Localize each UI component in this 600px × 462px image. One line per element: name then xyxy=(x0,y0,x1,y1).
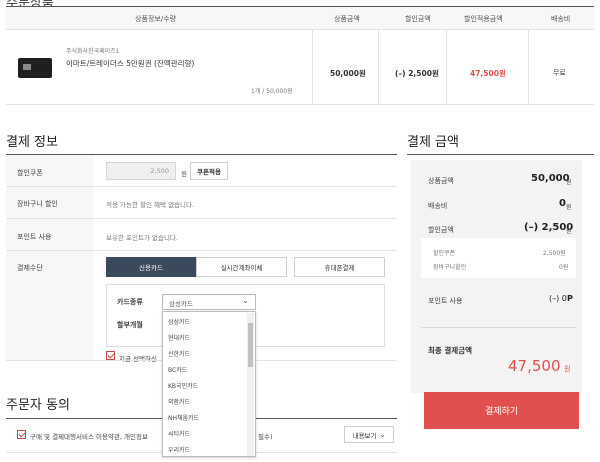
chevron-down-icon: ⌄ xyxy=(242,296,249,305)
summary-title: 결제 금액 xyxy=(407,135,459,150)
coupon-unit: 원 xyxy=(181,170,187,178)
agreement-text: 구매 및 결제대행서비스 이용약관, 개인정보 xyxy=(30,433,148,441)
pay-button[interactable]: 결제하기 xyxy=(424,392,579,429)
card-option[interactable]: 외환카드 xyxy=(168,397,190,406)
cart-discount-text: 적용 가능한 할인 혜택 없습니다. xyxy=(106,201,195,209)
agreement-title: 주문자 동의 xyxy=(6,398,70,413)
summary-points-label: 포인트 사용 xyxy=(428,297,463,305)
header-price: 상품금액 xyxy=(334,15,360,23)
payment-info-title: 결제 정보 xyxy=(6,135,58,150)
summary-cart-sub-label: 장바구니할인 xyxy=(433,264,467,271)
summary-product-unit: 원 xyxy=(566,179,572,186)
method-mobile-button[interactable]: 휴대폰결제 xyxy=(294,257,385,277)
summary-points-value: (–) 0 xyxy=(549,294,567,303)
summary-cart-sub-value: 0원 xyxy=(559,264,569,271)
card-option[interactable]: 신한카드 xyxy=(168,349,190,358)
summary-divider xyxy=(421,327,576,328)
summary-product-label: 상품금액 xyxy=(428,177,454,185)
card-type-dropdown[interactable]: 삼성카드 현대카드 신한카드 BC카드 KB국민카드 외환카드 NH채움카드 씨… xyxy=(162,311,256,457)
col-divider xyxy=(446,30,447,104)
card-type-select[interactable]: 삼성카드 ⌄ xyxy=(162,294,256,310)
agreement-checkbox[interactable] xyxy=(17,430,26,439)
view-terms-label: 내용보기 xyxy=(352,431,377,440)
summary-top-border xyxy=(407,154,594,155)
card-option[interactable]: 씨티카드 xyxy=(168,429,190,438)
row-divider xyxy=(6,218,397,219)
payment-method-label: 결제수단 xyxy=(17,264,43,272)
row-divider xyxy=(6,250,397,251)
product-thumbnail[interactable] xyxy=(18,58,52,78)
summary-discount-unit: 원 xyxy=(566,228,572,235)
discount-breakdown-box xyxy=(421,238,576,278)
summary-coupon-sub-value: 2,500원 xyxy=(543,250,566,257)
summary-final-label: 최종 결제금액 xyxy=(428,346,473,355)
card-option[interactable]: BC카드 xyxy=(168,365,187,374)
col-divider xyxy=(312,30,313,104)
summary-shipping-unit: 원 xyxy=(566,204,572,211)
col-divider xyxy=(378,30,379,104)
coupon-amount-input: 2,500 xyxy=(106,162,176,180)
summary-product-value: 50,000 xyxy=(531,173,570,184)
card-option[interactable]: 우리카드 xyxy=(168,445,190,454)
header-discount: 할인금액 xyxy=(405,15,431,23)
header-divider xyxy=(6,29,594,30)
product-qty-price: 1개 / 50,000원 xyxy=(251,88,293,95)
card-option[interactable]: NH채움카드 xyxy=(168,413,199,422)
header-discounted-price: 할인적용금액 xyxy=(464,15,503,23)
product-discount: (–) 2,500원 xyxy=(395,69,439,78)
installment-label: 할부개월 xyxy=(117,321,143,329)
row-divider xyxy=(6,186,397,187)
card-option[interactable]: 현대카드 xyxy=(168,333,190,342)
product-brand: 주식회사한국페이즈1 xyxy=(66,48,120,55)
card-option[interactable]: KB국민카드 xyxy=(168,381,198,390)
agreement-text-tail: 필수) xyxy=(258,433,273,441)
summary-final-unit: 원 xyxy=(564,365,571,373)
card-type-selected: 삼성카드 xyxy=(169,300,193,308)
method-bank-transfer-button[interactable]: 실시간계좌이체 xyxy=(196,257,287,277)
coupon-label: 할인쿠폰 xyxy=(17,169,43,177)
col-divider xyxy=(528,30,529,104)
product-name[interactable]: 이마트/트레이더스 5만원권 (잔액관리형) xyxy=(66,58,194,69)
card-option[interactable]: 삼성카드 xyxy=(168,317,190,326)
method-credit-card-button[interactable]: 신용카드 xyxy=(106,257,196,277)
summary-final-value: 47,500 xyxy=(508,357,561,375)
chevron-down-icon: ⌄ xyxy=(379,430,386,439)
product-shipping: 무료 xyxy=(553,69,566,77)
table-header-bg xyxy=(6,7,594,29)
header-product-info: 상품정보/수량 xyxy=(135,15,176,23)
summary-points-unit: P xyxy=(567,294,573,303)
save-card-text: 지금 선택하신 xyxy=(119,355,157,363)
cart-discount-label: 장바구니 할인 xyxy=(17,200,58,208)
apply-coupon-button[interactable]: 쿠폰적용 xyxy=(190,162,228,180)
save-card-checkbox[interactable] xyxy=(106,351,115,360)
points-text: 보유한 포인트가 없습니다. xyxy=(106,234,178,242)
summary-coupon-sub-label: 할인쿠폰 xyxy=(433,250,456,257)
points-label: 포인트 사용 xyxy=(17,233,52,241)
summary-discount-label: 할인금액 xyxy=(428,226,454,234)
card-type-label: 카드종류 xyxy=(117,298,143,306)
summary-shipping-value: 0 xyxy=(559,198,566,209)
view-terms-button[interactable]: 내용보기 ⌄ xyxy=(344,426,394,443)
dropdown-scroll-thumb[interactable] xyxy=(248,323,253,367)
header-shipping: 배송비 xyxy=(551,15,571,23)
table-bottom-border xyxy=(6,104,594,105)
product-price: 50,000원 xyxy=(330,69,366,78)
summary-shipping-label: 배송비 xyxy=(428,202,448,210)
dropdown-scrollbar[interactable] xyxy=(247,313,254,456)
product-discounted-price: 47,500원 xyxy=(470,69,506,78)
